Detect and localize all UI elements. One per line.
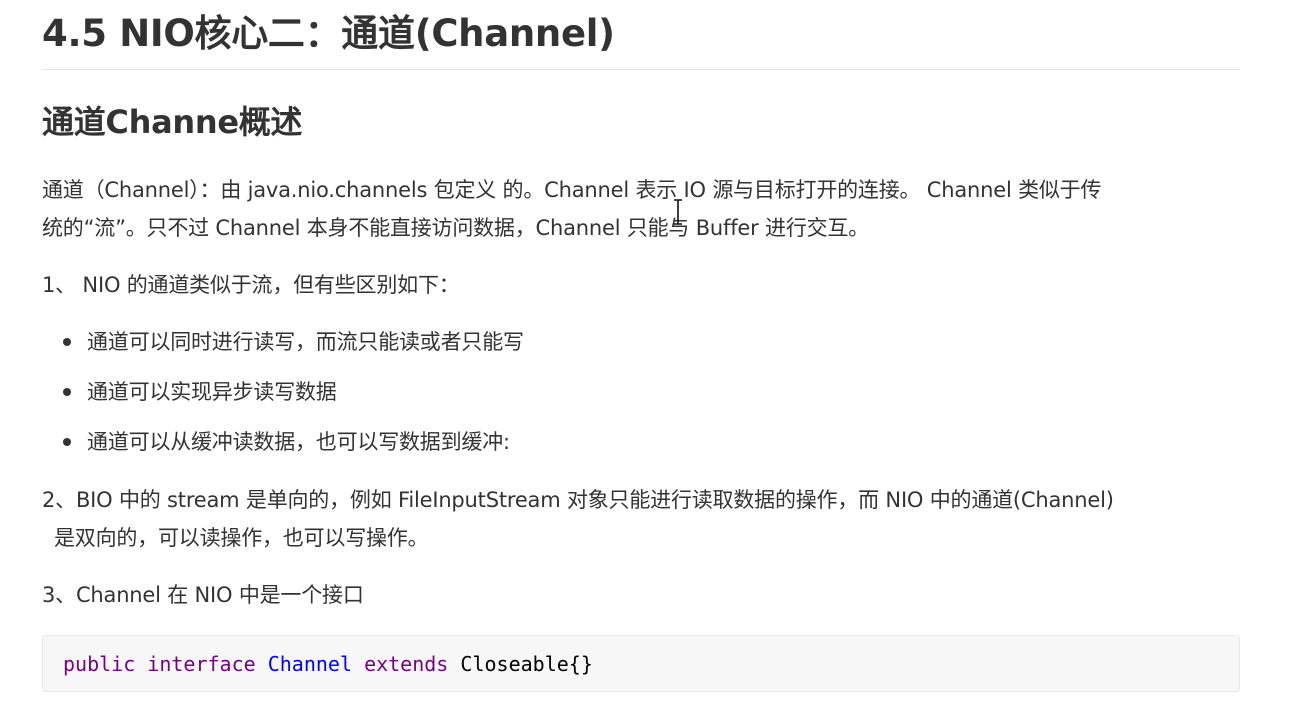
list-item-text: 通道可以实现异步读写数据 — [87, 380, 337, 404]
list-item-text: 通道可以从缓冲读数据，也可以写数据到缓冲: — [87, 430, 510, 454]
section-heading: 4.5 NIO核心二：通道(Channel) — [42, 12, 615, 55]
text-cursor-icon — [674, 199, 682, 225]
point-3-text: 3、Channel 在 NIO 中是一个接口 — [42, 583, 364, 607]
code-parent-type: Closeable{} — [460, 652, 593, 676]
code-line: public interface Channel extends Closeab… — [63, 650, 593, 678]
code-block[interactable]: public interface Channel extends Closeab… — [42, 635, 1240, 692]
heading-divider — [42, 69, 1240, 70]
point-3: 3、Channel 在 NIO 中是一个接口 — [42, 576, 364, 614]
code-keyword-interface: interface — [147, 652, 256, 676]
list-item: 通道可以实现异步读写数据 — [42, 372, 524, 422]
intro-paragraph: 通道（Channel）：由 java.nio.channels 包定义 的。Ch… — [42, 171, 1101, 247]
point-2-line-2: 是双向的，可以读操作，也可以写操作。 — [54, 526, 429, 550]
point-1: 1、 NIO 的通道类似于流，但有些区别如下： — [42, 266, 460, 304]
list-item: 通道可以同时进行读写，而流只能读或者只能写 — [42, 322, 524, 372]
code-keyword-extends: extends — [364, 652, 449, 676]
list-item: 通道可以从缓冲读数据，也可以写数据到缓冲: — [42, 422, 524, 472]
point-1-text: 1、 NIO 的通道类似于流，但有些区别如下： — [42, 273, 460, 297]
code-interface-name: Channel — [267, 652, 353, 676]
bullet-icon — [63, 438, 71, 446]
point-2: 2、BIO 中的 stream 是单向的，例如 FileInputStream … — [42, 481, 1114, 557]
point-2-line-1: 2、BIO 中的 stream 是单向的，例如 FileInputStream … — [42, 488, 1114, 512]
bullet-icon — [63, 338, 71, 346]
intro-line-1: 通道（Channel）：由 java.nio.channels 包定义 的。Ch… — [42, 178, 1102, 202]
code-keyword-public: public — [63, 652, 136, 676]
subsection-heading: 通道Channe概述 — [42, 103, 303, 141]
intro-line-2: 统的“流”。只不过 Channel 本身不能直接访问数据，Channel 只能与… — [42, 216, 870, 240]
bullet-icon — [63, 388, 71, 396]
list-item-text: 通道可以同时进行读写，而流只能读或者只能写 — [87, 330, 524, 354]
difference-list: 通道可以同时进行读写，而流只能读或者只能写 通道可以实现异步读写数据 通道可以从… — [42, 322, 524, 472]
